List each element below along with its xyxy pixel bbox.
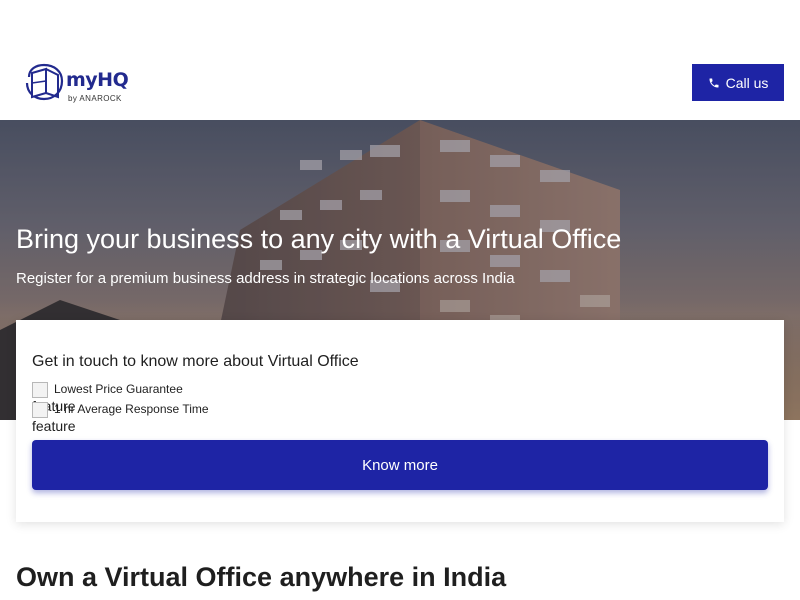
logo-wordmark: myHQ (66, 69, 129, 91)
feature-image-alt: feature (32, 418, 76, 434)
enquiry-card: Get in touch to know more about Virtual … (16, 320, 784, 522)
section-title: Own a Virtual Office anywhere in India (16, 562, 507, 592)
phone-icon (709, 78, 719, 87)
logo-byline: by ANAROCK (68, 94, 122, 103)
feature-text: 1 hr Average Response Time (54, 402, 209, 416)
site-header: myHQ by ANAROCK Call us (0, 0, 800, 120)
feature-text: Lowest Price Guarantee (54, 382, 183, 396)
hero-title: Bring your business to any city with a V… (16, 224, 622, 254)
enquiry-card-title: Get in touch to know more about Virtual … (32, 353, 359, 370)
know-more-button[interactable]: Know more (32, 440, 768, 490)
logo-mark-icon (25, 63, 64, 101)
broken-image-icon (32, 402, 48, 418)
call-us-label: Call us (725, 74, 769, 91)
myhq-logo[interactable]: myHQ by ANAROCK (24, 63, 136, 105)
call-us-button[interactable]: Call us (692, 64, 784, 101)
broken-image-icon (32, 382, 48, 398)
hero-subtitle: Register for a premium business address … (16, 270, 515, 287)
